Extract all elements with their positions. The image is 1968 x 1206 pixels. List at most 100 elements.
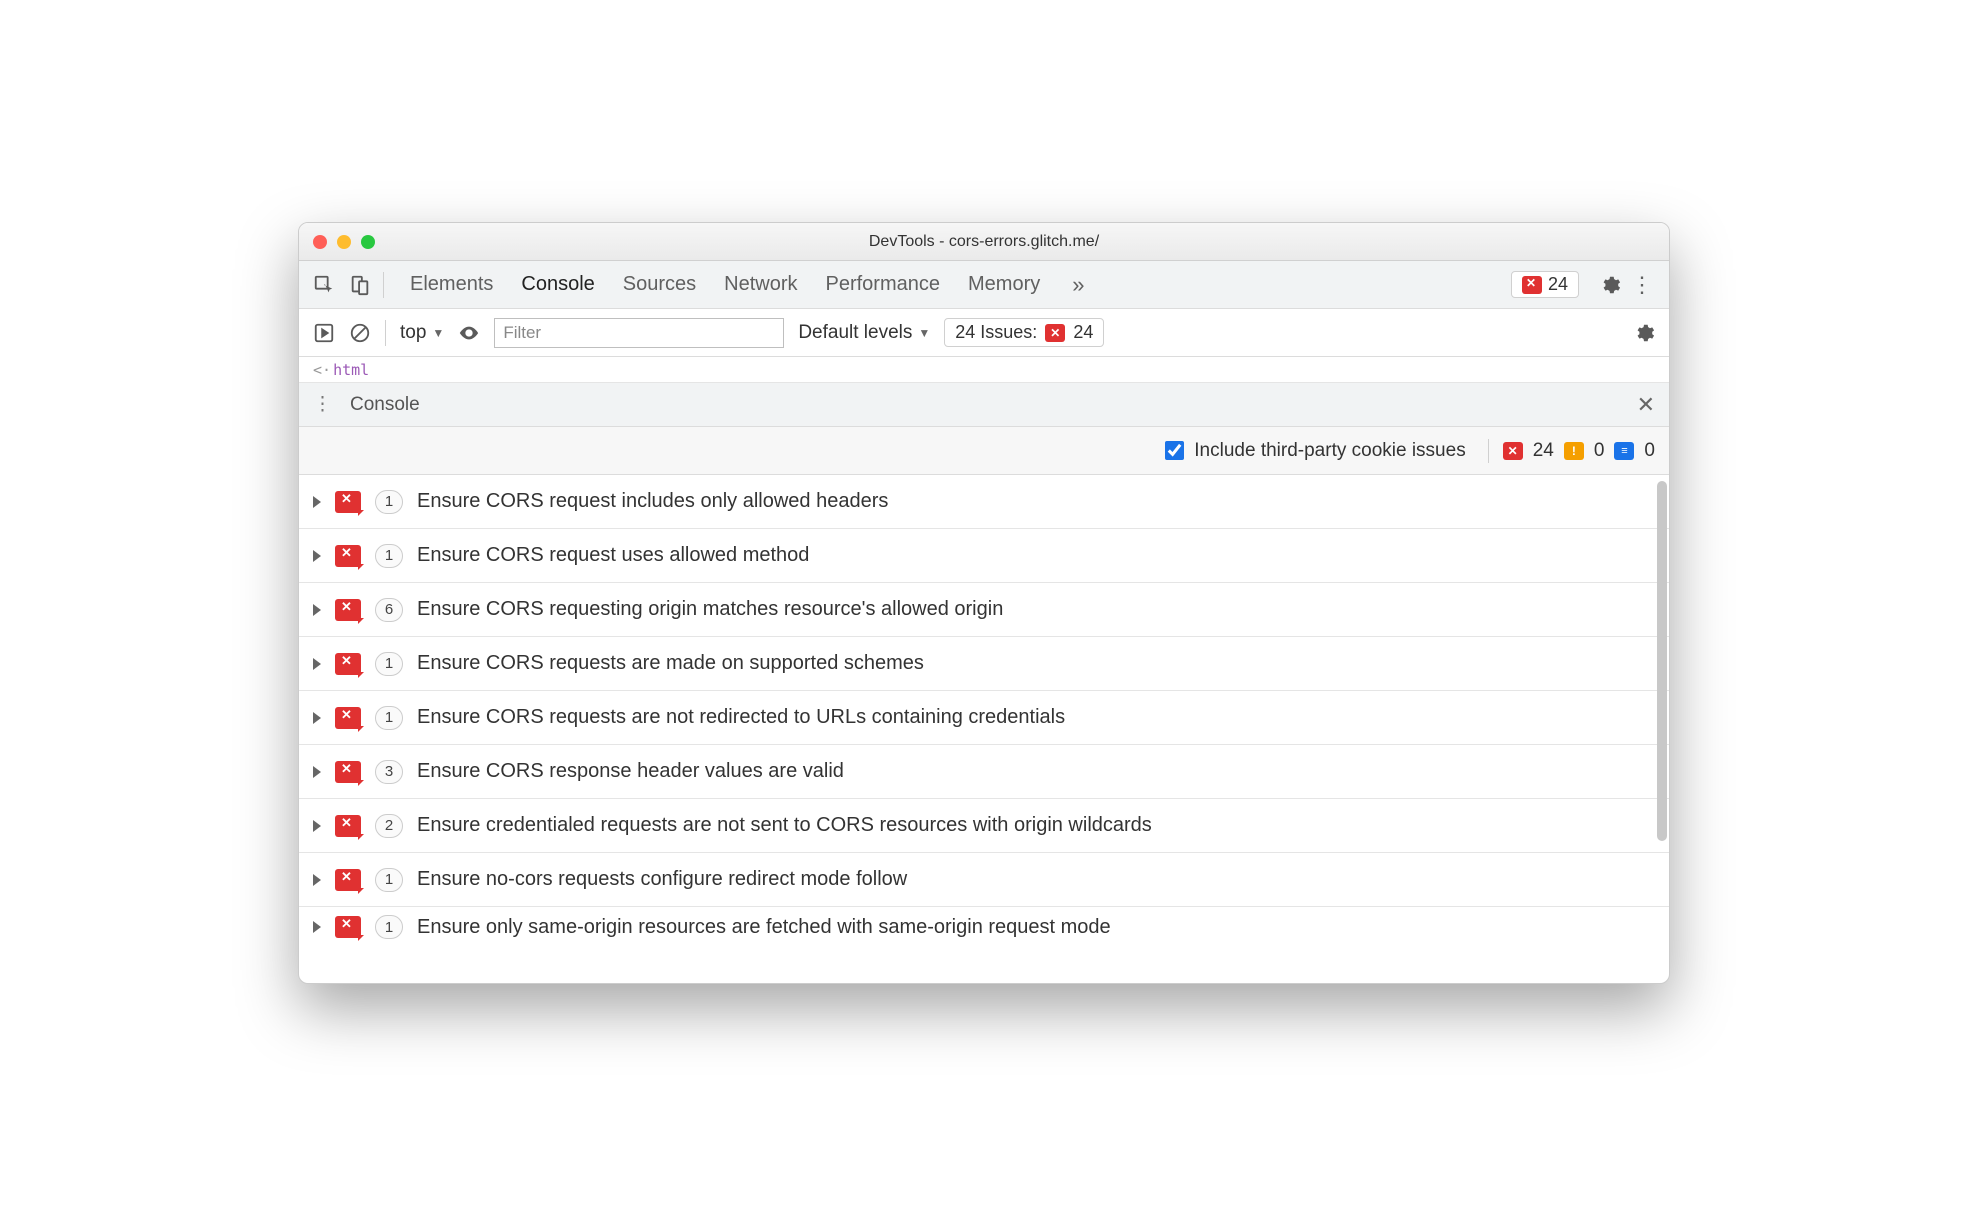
info-count: 0 xyxy=(1644,440,1655,462)
issue-row[interactable]: 3 Ensure CORS response header values are… xyxy=(299,745,1669,799)
issue-count-pill: 1 xyxy=(375,868,403,892)
issue-text: Ensure CORS request includes only allowe… xyxy=(417,490,888,513)
expand-caret-icon[interactable] xyxy=(313,496,321,508)
error-icon xyxy=(1522,276,1542,294)
minimize-window-button[interactable] xyxy=(337,235,351,249)
tab-network[interactable]: Network xyxy=(710,273,811,296)
third-party-cookies-label: Include third-party cookie issues xyxy=(1194,440,1465,462)
context-selector[interactable]: top ▼ xyxy=(400,322,444,344)
issue-count-pill: 1 xyxy=(375,652,403,676)
errors-count: 24 xyxy=(1533,440,1554,462)
issues-count: 24 xyxy=(1073,322,1093,343)
issue-row[interactable]: 1 Ensure CORS request includes only allo… xyxy=(299,475,1669,529)
expand-caret-icon[interactable] xyxy=(313,766,321,778)
issue-text: Ensure CORS requests are made on support… xyxy=(417,652,924,675)
error-bubble-icon xyxy=(335,916,361,938)
error-bubble-icon xyxy=(335,761,361,783)
issue-row[interactable]: 6 Ensure CORS requesting origin matches … xyxy=(299,583,1669,637)
device-toggle-icon[interactable] xyxy=(349,274,371,296)
tab-performance[interactable]: Performance xyxy=(812,273,955,296)
error-bubble-icon xyxy=(335,599,361,621)
source-preview: <· html xyxy=(299,357,1669,383)
dropdown-caret-icon: ▼ xyxy=(432,326,444,340)
issue-row[interactable]: 1 Ensure only same-origin resources are … xyxy=(299,907,1669,947)
console-settings-gear-icon[interactable] xyxy=(1633,322,1655,344)
live-expression-eye-icon[interactable] xyxy=(458,322,480,344)
expand-caret-icon[interactable] xyxy=(313,820,321,832)
issue-count-pill: 6 xyxy=(375,598,403,622)
error-icon xyxy=(1045,324,1065,342)
window-title: DevTools - cors-errors.glitch.me/ xyxy=(299,233,1669,251)
issue-row[interactable]: 1 Ensure CORS requests are made on suppo… xyxy=(299,637,1669,691)
play-icon[interactable] xyxy=(313,322,335,344)
scrollbar-thumb[interactable] xyxy=(1657,481,1667,841)
close-window-button[interactable] xyxy=(313,235,327,249)
issues-list[interactable]: 1 Ensure CORS request includes only allo… xyxy=(299,475,1669,983)
tab-memory[interactable]: Memory xyxy=(954,273,1054,296)
log-levels-label: Default levels xyxy=(798,322,912,344)
expand-caret-icon[interactable] xyxy=(313,921,321,933)
expand-caret-icon[interactable] xyxy=(313,658,321,670)
issue-row[interactable]: 1 Ensure CORS requests are not redirecte… xyxy=(299,691,1669,745)
tab-sources[interactable]: Sources xyxy=(609,273,710,296)
error-count: 24 xyxy=(1548,274,1568,295)
issues-filterbar: Include third-party cookie issues 24 0 0 xyxy=(299,427,1669,475)
drawer-title: Console xyxy=(350,394,420,416)
source-tag: html xyxy=(333,361,369,379)
inspect-icon[interactable] xyxy=(313,274,335,296)
tab-console[interactable]: Console xyxy=(507,273,608,296)
error-bubble-icon xyxy=(335,545,361,567)
error-bubble-icon xyxy=(335,491,361,513)
expand-caret-icon[interactable] xyxy=(313,550,321,562)
angle-bracket-icon: <· xyxy=(313,361,331,379)
issue-text: Ensure CORS response header values are v… xyxy=(417,760,844,783)
issue-count-pill: 1 xyxy=(375,706,403,730)
issues-button[interactable]: 24 Issues: 24 xyxy=(944,318,1104,347)
drawer-menu-icon[interactable]: ⋮ xyxy=(313,393,332,416)
third-party-cookies-checkbox[interactable] xyxy=(1165,441,1184,460)
dropdown-caret-icon: ▼ xyxy=(918,326,930,340)
tab-elements[interactable]: Elements xyxy=(396,273,507,296)
devtools-window: DevTools - cors-errors.glitch.me/ Elemen… xyxy=(298,222,1670,984)
warnings-count: 0 xyxy=(1594,440,1605,462)
issue-count-pill: 1 xyxy=(375,915,403,939)
issue-text: Ensure CORS requesting origin matches re… xyxy=(417,598,1003,621)
filter-input[interactable] xyxy=(494,318,784,348)
warning-icon xyxy=(1564,442,1584,460)
error-bubble-icon xyxy=(335,707,361,729)
issue-text: Ensure credentialed requests are not sen… xyxy=(417,814,1152,837)
settings-gear-icon[interactable] xyxy=(1599,274,1621,296)
window-controls xyxy=(299,235,375,249)
close-drawer-icon[interactable]: ✕ xyxy=(1637,392,1655,418)
error-count-badge[interactable]: 24 xyxy=(1511,271,1579,298)
third-party-cookies-toggle[interactable]: Include third-party cookie issues xyxy=(1165,440,1465,462)
scrollbar-track xyxy=(1655,475,1667,983)
titlebar: DevTools - cors-errors.glitch.me/ xyxy=(299,223,1669,261)
issue-count-pill: 2 xyxy=(375,814,403,838)
expand-caret-icon[interactable] xyxy=(313,874,321,886)
issue-count-pill: 1 xyxy=(375,490,403,514)
issue-count-pill: 1 xyxy=(375,544,403,568)
issue-row[interactable]: 1 Ensure CORS request uses allowed metho… xyxy=(299,529,1669,583)
issue-row[interactable]: 1 Ensure no-cors requests configure redi… xyxy=(299,853,1669,907)
issue-row[interactable]: 2 Ensure credentialed requests are not s… xyxy=(299,799,1669,853)
log-levels-dropdown[interactable]: Default levels ▼ xyxy=(798,322,930,344)
issues-label: 24 Issues: xyxy=(955,322,1037,343)
issue-count-pill: 3 xyxy=(375,760,403,784)
console-toolbar: top ▼ Default levels ▼ 24 Issues: 24 xyxy=(299,309,1669,357)
error-bubble-icon xyxy=(335,815,361,837)
drawer-header: ⋮ Console ✕ xyxy=(299,383,1669,427)
maximize-window-button[interactable] xyxy=(361,235,375,249)
issue-text: Ensure no-cors requests configure redire… xyxy=(417,868,907,891)
tabs-overflow-icon[interactable]: » xyxy=(1072,272,1084,298)
expand-caret-icon[interactable] xyxy=(313,712,321,724)
expand-caret-icon[interactable] xyxy=(313,604,321,616)
clear-console-icon[interactable] xyxy=(349,322,371,344)
issue-text: Ensure CORS requests are not redirected … xyxy=(417,706,1065,729)
more-menu-icon[interactable]: ⋮ xyxy=(1631,272,1655,298)
context-label: top xyxy=(400,322,426,344)
issue-counts: 24 0 0 xyxy=(1484,439,1655,463)
error-bubble-icon xyxy=(335,653,361,675)
info-icon xyxy=(1614,442,1634,460)
error-icon xyxy=(1503,442,1523,460)
